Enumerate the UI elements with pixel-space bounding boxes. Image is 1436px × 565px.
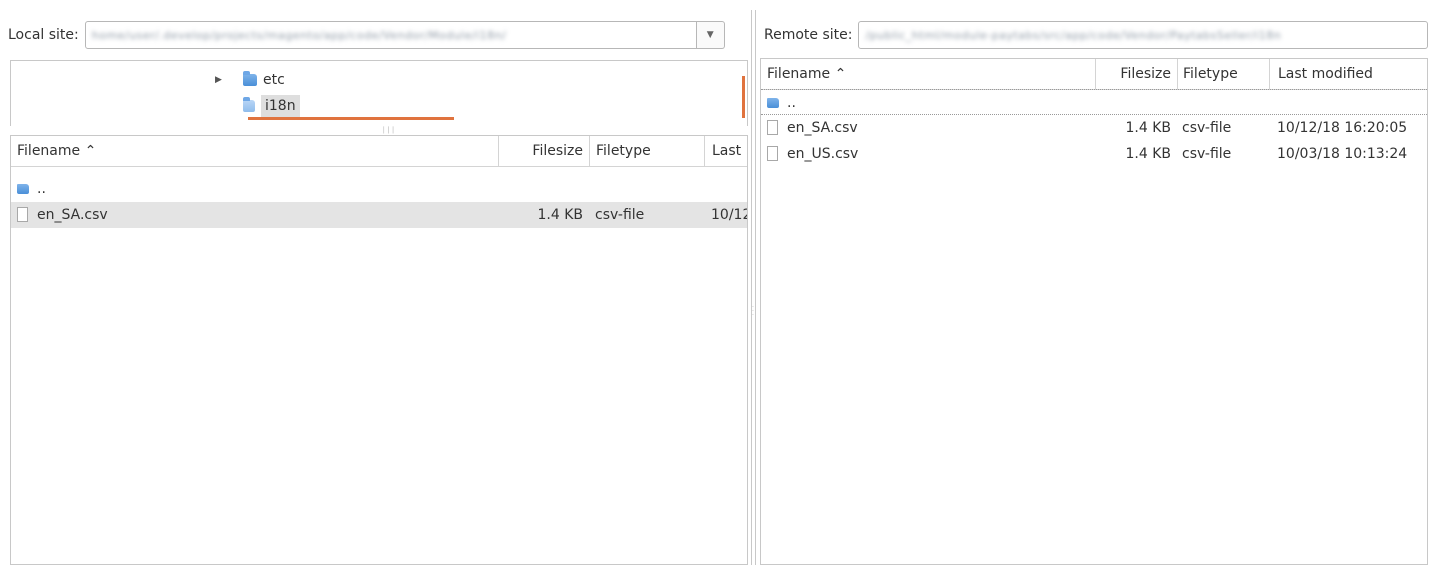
list-item-file[interactable]: en_US.csv 1.4 KB csv-file 10/03/18 10:13… xyxy=(761,141,1427,167)
chevron-down-icon: ▼ xyxy=(706,30,714,40)
tree-item-etc[interactable]: ▶ etc xyxy=(215,69,285,91)
file-type: csv-file xyxy=(595,207,645,223)
file-icon xyxy=(17,207,28,222)
file-name: en_US.csv xyxy=(787,146,859,162)
remote-site-path: /public_html/module-paytabs/src/app/code… xyxy=(865,28,1282,42)
local-site-label: Local site: xyxy=(8,27,79,43)
tree-item-label: etc xyxy=(263,72,285,88)
column-filetype[interactable]: Filetype xyxy=(589,136,704,166)
local-site-bar: Local site: home/user/.develop/projects/… xyxy=(8,18,751,52)
folder-icon xyxy=(17,184,29,194)
file-icon xyxy=(767,146,778,161)
remote-site-bar: Remote site: /public_html/module-paytabs… xyxy=(764,18,1436,52)
file-modified: 10/12/18 16:20:05 xyxy=(1277,120,1408,136)
expand-arrow-icon[interactable]: ▶ xyxy=(215,75,227,85)
file-size: 1.4 KB xyxy=(1125,120,1172,136)
tree-item-label: i18n xyxy=(261,95,300,117)
column-filename[interactable]: Filename ⌃ xyxy=(761,59,1095,89)
list-item-parent[interactable]: .. xyxy=(761,89,1427,115)
file-name: en_SA.csv xyxy=(787,120,858,136)
folder-icon xyxy=(243,71,257,86)
file-size: 1.4 KB xyxy=(1125,146,1172,162)
file-name: .. xyxy=(787,95,796,111)
list-item-parent[interactable]: .. xyxy=(11,176,747,202)
file-type: csv-file xyxy=(1182,120,1232,136)
file-modified: 10/12 xyxy=(711,207,748,223)
remote-list-header: Filename ⌃ Filesize Filetype Last modifi… xyxy=(761,59,1427,90)
remote-file-list[interactable]: Filename ⌃ Filesize Filetype Last modifi… xyxy=(760,58,1428,565)
column-filesize[interactable]: Filesize xyxy=(498,136,589,166)
local-list-header: Filename ⌃ Filesize Filetype Last xyxy=(11,136,747,167)
focus-indicator xyxy=(248,117,454,120)
local-site-input[interactable]: home/user/.develop/projects/magento/app/… xyxy=(84,21,697,49)
local-panel: Local site: home/user/.develop/projects/… xyxy=(0,10,751,565)
file-name: .. xyxy=(37,181,46,197)
list-item-file[interactable]: en_SA.csv 1.4 KB csv-file 10/12 xyxy=(11,202,747,228)
splitter-grip-icon: · · · xyxy=(752,304,754,319)
file-name: en_SA.csv xyxy=(37,207,108,223)
local-site-path: home/user/.develop/projects/magento/app/… xyxy=(91,28,507,42)
local-site-dropdown-button[interactable]: ▼ xyxy=(696,21,725,49)
tree-item-i18n[interactable]: i18n xyxy=(243,95,300,117)
column-last-modified[interactable]: Last xyxy=(704,136,747,166)
tree-list-splitter[interactable]: │││ xyxy=(10,126,748,134)
scroll-indicator[interactable] xyxy=(742,76,745,118)
column-filesize[interactable]: Filesize xyxy=(1095,59,1177,89)
splitter-grip-icon: │││ xyxy=(382,127,396,134)
folder-icon xyxy=(767,98,779,108)
list-item-file[interactable]: en_SA.csv 1.4 KB csv-file 10/12/18 16:20… xyxy=(761,115,1427,141)
file-size: 1.4 KB xyxy=(537,207,584,223)
remote-panel: Remote site: /public_html/module-paytabs… xyxy=(756,10,1436,565)
file-modified: 10/03/18 10:13:24 xyxy=(1277,146,1408,162)
column-filename[interactable]: Filename ⌃ xyxy=(11,136,498,166)
file-icon xyxy=(767,120,778,135)
column-last-modified[interactable]: Last modified xyxy=(1269,59,1427,89)
file-type: csv-file xyxy=(1182,146,1232,162)
open-folder-icon xyxy=(243,97,255,112)
remote-site-input[interactable]: /public_html/module-paytabs/src/app/code… xyxy=(858,21,1428,49)
remote-site-label: Remote site: xyxy=(764,27,853,43)
local-file-list[interactable]: Filename ⌃ Filesize Filetype Last .. en_… xyxy=(10,135,748,565)
column-filetype[interactable]: Filetype xyxy=(1177,59,1269,89)
